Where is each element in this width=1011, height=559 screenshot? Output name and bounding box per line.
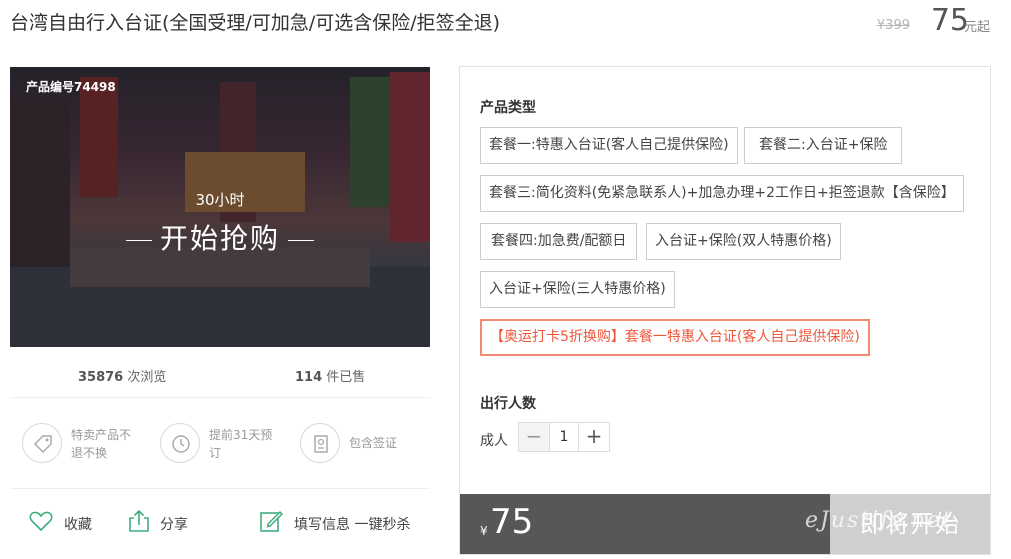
- favorite-label: 收藏: [64, 517, 92, 533]
- travelers-title: 出行人数: [480, 396, 536, 412]
- feature-no-refund: 特卖产品不退不换: [22, 415, 142, 475]
- views-stat: 35876 次浏览: [78, 366, 166, 385]
- option-olympic-promo[interactable]: 【奥运打卡5折换购】套餐一特惠入台证(客人自己提供保险): [480, 319, 870, 356]
- sold-count: 114: [295, 370, 323, 385]
- booking-panel: 产品类型 套餐一:特惠入台证(客人自己提供保险) 套餐二:入台证+保险 套餐三:…: [459, 66, 991, 555]
- option-package-4[interactable]: 套餐四:加急费/配额日: [480, 223, 638, 260]
- feature-book-ahead: 提前31天预订: [160, 415, 280, 475]
- start-label: 开始抢购: [159, 222, 280, 255]
- clock-icon: [160, 423, 200, 463]
- product-code: 产品编号74498: [26, 80, 116, 94]
- quick-fill-label: 填写信息 一键秒杀: [294, 517, 411, 533]
- currency-symbol: ¥: [480, 524, 488, 538]
- feature-visa: 包含签证: [300, 415, 420, 475]
- product-type-title: 产品类型: [480, 100, 536, 116]
- sold-label: 件已售: [326, 370, 366, 385]
- dash-right: [288, 239, 314, 241]
- divider: [10, 397, 430, 398]
- decrement-button[interactable]: −: [519, 423, 549, 451]
- countdown: 30小时: [195, 191, 245, 209]
- feature-text: 特卖产品不退不换: [71, 428, 132, 460]
- total-amount: 75: [490, 502, 534, 542]
- divider: [10, 488, 430, 489]
- heart-icon: [29, 511, 53, 532]
- actions-row: 收藏 分享 填写信息 一键秒杀: [10, 505, 430, 539]
- quantity-stepper: − 1 +: [518, 422, 610, 452]
- adult-label: 成人: [480, 433, 508, 449]
- quantity-value[interactable]: 1: [549, 423, 579, 451]
- dash-left: [125, 239, 152, 241]
- quick-fill-button[interactable]: 填写信息 一键秒杀: [258, 505, 428, 539]
- price-unit: 元起: [963, 20, 990, 35]
- option-package-2[interactable]: 套餐二:入台证+保险: [744, 127, 903, 164]
- start-banner: 开始抢购: [10, 217, 430, 257]
- title-bar: 台湾自由行入台证(全国受理/可加急/可选含保险/拒签全退) ¥399 75 元起: [10, 3, 1000, 38]
- share-icon: [129, 509, 149, 532]
- hero-image: 产品编号74498 30小时 开始抢购: [10, 67, 430, 347]
- option-two-person[interactable]: 入台证+保险(双人特惠价格): [646, 223, 841, 260]
- views-count: 35876: [78, 370, 124, 385]
- increment-button[interactable]: +: [579, 423, 609, 451]
- favorite-button[interactable]: 收藏: [28, 505, 108, 539]
- share-label: 分享: [160, 517, 188, 533]
- original-price: ¥399: [876, 18, 910, 33]
- features: 特卖产品不退不换 提前31天预订 包含签证: [10, 415, 430, 475]
- share-button[interactable]: 分享: [126, 505, 206, 539]
- product-title: 台湾自由行入台证(全国受理/可加急/可选含保险/拒签全退): [10, 12, 501, 34]
- passport-icon: [300, 423, 340, 463]
- option-package-1[interactable]: 套餐一:特惠入台证(客人自己提供保险): [480, 127, 738, 164]
- feature-text: 提前31天预订: [209, 428, 273, 460]
- views-label: 次浏览: [127, 370, 167, 385]
- option-package-3[interactable]: 套餐三:简化资料(免紧急联系人)+加急办理+2工作日+拒签退款【含保险】: [480, 175, 964, 212]
- sold-stat: 114 件已售: [295, 366, 365, 385]
- stats-row: 35876 次浏览 114 件已售: [10, 360, 430, 390]
- option-three-person[interactable]: 入台证+保险(三人特惠价格): [480, 271, 675, 308]
- watermark: eJustify.net: [805, 508, 953, 533]
- edit-icon: [260, 510, 284, 532]
- tag-icon: [22, 423, 62, 463]
- feature-text: 包含签证: [349, 436, 398, 450]
